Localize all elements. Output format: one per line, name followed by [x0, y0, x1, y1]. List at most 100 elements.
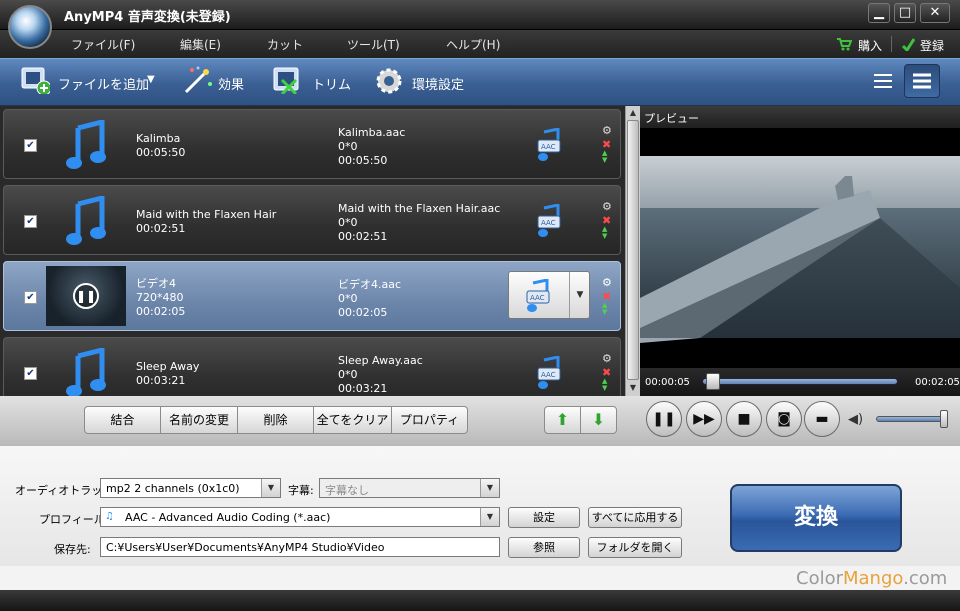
menu-tools[interactable]: ツール(T) — [347, 36, 400, 53]
pause-icon: ❚❚ — [652, 411, 676, 427]
maximize-button[interactable]: □ — [894, 3, 916, 23]
settings-button[interactable]: 設定 — [508, 507, 580, 528]
action-bar: 結合 名前の変更 削除 全てをクリア プロパティ ⬆ ⬇ — [0, 396, 640, 446]
item-settings-gear-icon[interactable]: ⚙ — [602, 200, 614, 213]
subtitle-label: 字幕: — [288, 484, 314, 497]
file-item-selected[interactable]: ✔ ❚❚ ビデオ4 720*480 00:02:05 ビデオ4.aac 0*0 … — [3, 261, 621, 331]
browse-button[interactable]: 参照 — [508, 537, 580, 558]
file-checkbox[interactable]: ✔ — [24, 367, 37, 380]
effect-icon[interactable] — [182, 64, 212, 94]
format-select[interactable]: AAC ▼ — [508, 271, 590, 319]
list-scrollbar[interactable]: ▲ ▼ — [625, 106, 640, 396]
aac-format-icon[interactable]: AAC — [536, 356, 564, 390]
file-item[interactable]: ✔ Maid with the Flaxen Hair 00:02:51 Mai… — [3, 185, 621, 255]
list-view-icon[interactable] — [872, 72, 894, 90]
delete-button[interactable]: 削除 — [237, 406, 314, 434]
output-size: 0*0 — [338, 292, 358, 305]
menu-file[interactable]: ファイル(F) — [71, 36, 135, 53]
merge-button[interactable]: 結合 — [84, 406, 161, 434]
chevron-down-icon[interactable]: ▼ — [480, 508, 499, 526]
video-thumbnail[interactable]: ❚❚ — [46, 266, 126, 326]
output-duration: 00:02:05 — [338, 306, 388, 319]
chevron-down-icon[interactable]: ▼ — [261, 479, 280, 497]
item-settings-gear-icon[interactable]: ⚙ — [602, 352, 614, 365]
file-checkbox[interactable]: ✔ — [24, 215, 37, 228]
move-up-button[interactable]: ⬆ — [544, 406, 581, 434]
save-to-label: 保存先: — [54, 543, 91, 556]
item-move-icon[interactable]: ▲ ▼ — [602, 150, 614, 164]
subtitle-value: 字幕なし — [325, 484, 369, 497]
properties-button[interactable]: プロパティ — [391, 406, 468, 434]
chevron-down-icon[interactable]: ▼ — [480, 479, 499, 497]
pause-button[interactable]: ❚❚ — [646, 401, 682, 437]
aac-label: AAC — [530, 294, 545, 302]
login-link[interactable]: 登録 — [920, 37, 944, 54]
convert-button[interactable]: 変換 — [730, 484, 902, 552]
scroll-down-icon[interactable]: ▼ — [627, 383, 639, 393]
add-file-icon[interactable] — [20, 64, 50, 94]
profile-select[interactable]: ♫ AAC - Advanced Audio Coding (*.aac) ▼ — [100, 507, 500, 527]
detail-view-button[interactable] — [904, 64, 940, 98]
seek-handle[interactable] — [706, 373, 720, 390]
preferences-button[interactable]: 環境設定 — [412, 74, 464, 93]
item-settings-gear-icon[interactable]: ⚙ — [602, 124, 614, 137]
seek-track[interactable] — [702, 378, 898, 385]
save-path-input[interactable]: C:¥Users¥User¥Documents¥AnyMP4 Studio¥Vi… — [100, 537, 500, 557]
profile-label: プロフィール: — [39, 513, 109, 526]
fast-forward-button[interactable]: ▶▶ — [686, 401, 722, 437]
music-note-icon — [66, 348, 106, 396]
music-note-icon — [66, 196, 106, 245]
preview-header: プレビュー — [640, 106, 960, 128]
open-folder-button[interactable]: フォルダを開く — [588, 537, 682, 558]
file-item[interactable]: ✔ Sleep Away 00:03:21 Sleep Away.aac 0*0… — [3, 337, 621, 396]
file-checkbox[interactable]: ✔ — [24, 139, 37, 152]
move-down-button[interactable]: ⬇ — [580, 406, 617, 434]
file-checkbox[interactable]: ✔ — [24, 291, 37, 304]
preferences-gear-icon[interactable] — [374, 66, 404, 96]
effect-button[interactable]: 効果 — [218, 74, 244, 93]
pause-overlay-icon[interactable]: ❚❚ — [73, 283, 99, 309]
item-move-icon[interactable]: ▲ ▼ — [602, 302, 614, 316]
output-size: 0*0 — [338, 140, 358, 153]
cart-icon[interactable] — [836, 37, 852, 51]
volume-icon[interactable]: ◀) — [848, 412, 863, 427]
trim-button[interactable]: トリム — [312, 74, 351, 93]
buy-link[interactable]: 購入 — [858, 37, 882, 54]
apply-all-button[interactable]: すべてに応用する — [588, 507, 682, 528]
menu-edit[interactable]: 編集(E) — [180, 36, 221, 53]
menu-help[interactable]: ヘルプ(H) — [446, 36, 500, 53]
menu-divider — [891, 36, 892, 52]
aac-format-icon[interactable]: AAC — [536, 128, 564, 162]
trim-icon[interactable] — [272, 64, 302, 94]
menu-cut[interactable]: カット — [267, 36, 303, 53]
window-title: AnyMP4 音声変換(未登録) — [64, 10, 231, 25]
snapshot-button[interactable]: ◙ — [766, 401, 802, 437]
clear-all-button[interactable]: 全てをクリア — [313, 406, 392, 434]
close-button[interactable]: ✕ — [920, 3, 950, 23]
status-bar — [0, 590, 960, 611]
volume-handle[interactable] — [940, 410, 948, 428]
camera-icon: ◙ — [777, 411, 791, 427]
scroll-thumb[interactable] — [627, 120, 639, 380]
output-name: Maid with the Flaxen Hair.aac — [338, 202, 501, 215]
item-move-icon[interactable]: ▲ ▼ — [602, 226, 614, 240]
volume-track[interactable] — [876, 416, 948, 422]
rename-button[interactable]: 名前の変更 — [160, 406, 238, 434]
open-snapshot-folder-button[interactable]: ▬ — [804, 401, 840, 437]
format-dropdown-icon[interactable]: ▼ — [569, 272, 590, 318]
aac-format-icon[interactable]: AAC — [536, 204, 564, 238]
key-icon[interactable] — [901, 37, 915, 51]
audio-track-value: mp2 2 channels (0x1c0) — [106, 482, 240, 495]
item-settings-gear-icon[interactable]: ⚙ — [602, 276, 614, 289]
file-item[interactable]: ✔ Kalimba 00:05:50 Kalimba.aac 0*0 00:05… — [3, 109, 621, 179]
scroll-up-icon[interactable]: ▲ — [627, 108, 639, 118]
minimize-button[interactable]: ▁ — [868, 3, 890, 23]
add-file-button[interactable]: ファイルを追加 — [58, 74, 149, 93]
item-move-icon[interactable]: ▲ ▼ — [602, 378, 614, 392]
subtitle-select[interactable]: 字幕なし ▼ — [319, 478, 500, 498]
add-file-dropdown-icon[interactable]: ▼ — [147, 74, 155, 85]
stop-button[interactable]: ■ — [726, 401, 762, 437]
audio-track-select[interactable]: mp2 2 channels (0x1c0) ▼ — [100, 478, 281, 498]
output-size: 0*0 — [338, 216, 358, 229]
stop-icon: ■ — [737, 411, 751, 427]
